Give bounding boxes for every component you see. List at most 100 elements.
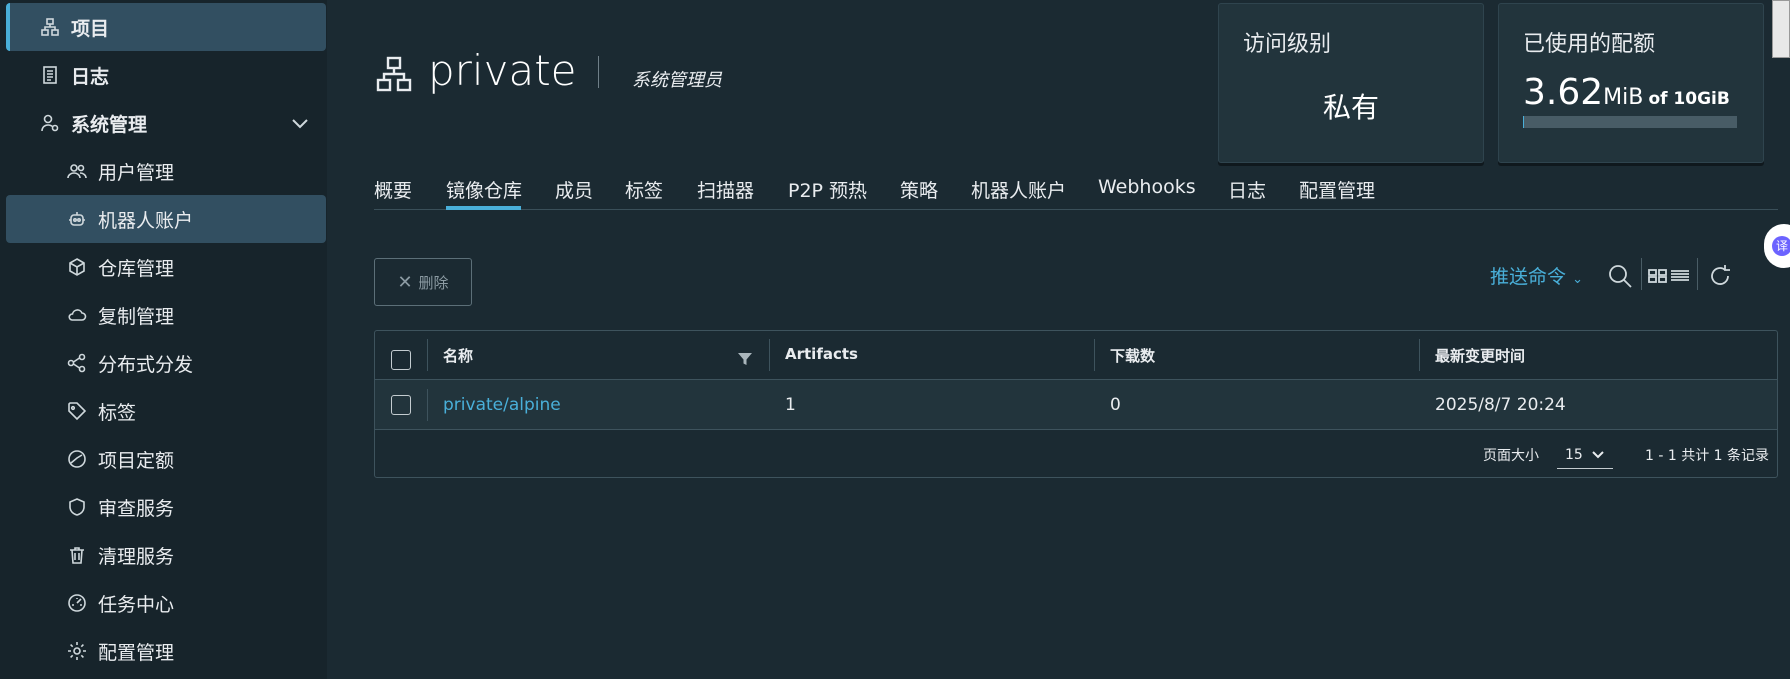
sidebar-item-robot-accounts[interactable]: 机器人账户 xyxy=(6,195,326,243)
chevron-down-icon[interactable] xyxy=(290,113,310,133)
sidebar-item-label: 仓库管理 xyxy=(98,257,175,280)
page-size-select[interactable]: 15 xyxy=(1557,437,1613,469)
tab-logs[interactable]: 日志 xyxy=(1228,176,1266,203)
repository-link[interactable]: private/alpine xyxy=(443,395,561,415)
last-modified-time: 2025/8/7 20:24 xyxy=(1435,395,1566,415)
column-header-pulls[interactable]: 下载数 xyxy=(1110,345,1155,366)
translate-button[interactable]: 译 xyxy=(1764,224,1790,268)
column-divider xyxy=(427,389,428,421)
active-tab-indicator xyxy=(446,206,521,210)
sidebar-item-label: 机器人账户 xyxy=(98,209,194,232)
gear-icon xyxy=(66,640,88,662)
sidebar-item-project-quotas[interactable]: 项目定额 xyxy=(6,435,326,483)
quota-card: 已使用的配额 3.62MiB of 10GiB xyxy=(1498,3,1764,163)
sidebar-item-labels[interactable]: 标签 xyxy=(6,387,326,435)
sidebar-item-users[interactable]: 用户管理 xyxy=(6,147,326,195)
title-divider xyxy=(598,56,599,88)
admin-icon xyxy=(39,112,61,134)
push-command-dropdown[interactable]: 推送命令 ⌄ xyxy=(1490,262,1583,289)
side-handle[interactable] xyxy=(1772,0,1790,58)
column-header-artifacts[interactable]: Artifacts xyxy=(785,345,858,363)
project-tabs: 概要 镜像仓库 成员 标签 扫描器 P2P 预热 策略 机器人账户 Webhoo… xyxy=(374,172,1778,210)
tab-webhooks[interactable]: Webhooks xyxy=(1098,176,1196,198)
search-icon[interactable] xyxy=(1606,262,1634,290)
sidebar-item-administration[interactable]: 系统管理 xyxy=(6,99,326,147)
share-icon xyxy=(66,352,88,374)
robot-icon xyxy=(66,208,88,230)
push-command-label: 推送命令 xyxy=(1490,266,1567,288)
toolbar-divider xyxy=(1697,258,1698,290)
tab-labels[interactable]: 标签 xyxy=(625,176,663,203)
quota-progress-bar xyxy=(1523,116,1737,128)
tab-members[interactable]: 成员 xyxy=(555,176,593,203)
dashboard-icon xyxy=(66,592,88,614)
close-icon: ✕ xyxy=(397,271,413,293)
column-divider xyxy=(1094,339,1095,371)
select-all-checkbox[interactable] xyxy=(391,350,411,370)
chevron-down-icon xyxy=(1592,451,1604,459)
tag-icon xyxy=(66,400,88,422)
sidebar-item-logs[interactable]: 日志 xyxy=(6,51,326,99)
sidebar-item-registries[interactable]: 仓库管理 xyxy=(6,243,326,291)
column-header-last-modified[interactable]: 最新变更时间 xyxy=(1435,345,1525,366)
sidebar-item-distributions[interactable]: 分布式分发 xyxy=(6,339,326,387)
quota-used-value: 3.62 xyxy=(1523,72,1604,113)
grid-view-icon[interactable] xyxy=(1648,262,1668,290)
cloud-icon xyxy=(66,304,88,326)
column-header-name[interactable]: 名称 xyxy=(443,345,473,366)
sidebar-item-label: 日志 xyxy=(71,65,110,88)
quota-used-unit: MiB xyxy=(1603,85,1644,110)
tab-repositories[interactable]: 镜像仓库 xyxy=(446,176,522,203)
repositories-table: 名称 Artifacts 下载数 最新变更时间 private/alpine 1… xyxy=(374,330,1778,478)
list-view-icon[interactable] xyxy=(1670,262,1690,290)
table-header: 名称 Artifacts 下载数 最新变更时间 xyxy=(375,331,1777,380)
column-divider xyxy=(1419,339,1420,371)
tab-scanner[interactable]: 扫描器 xyxy=(697,176,754,203)
sidebar-item-label: 系统管理 xyxy=(71,113,148,136)
toolbar-divider xyxy=(1641,258,1642,290)
column-divider xyxy=(427,339,428,371)
translate-icon: 译 xyxy=(1772,236,1790,256)
table-row: private/alpine 1 0 2025/8/7 20:24 xyxy=(375,380,1777,430)
sidebar-item-configuration[interactable]: 配置管理 xyxy=(6,627,326,675)
tab-p2p-preheat[interactable]: P2P 预热 xyxy=(788,176,867,203)
page-size-value: 15 xyxy=(1565,447,1583,463)
tab-configuration[interactable]: 配置管理 xyxy=(1299,176,1375,203)
quota-title: 已使用的配额 xyxy=(1523,32,1656,57)
column-divider xyxy=(769,339,770,371)
row-checkbox[interactable] xyxy=(391,395,411,415)
pulls-count: 0 xyxy=(1110,395,1121,415)
sidebar-item-interrogation-services[interactable]: 审查服务 xyxy=(6,483,326,531)
sidebar-item-label: 分布式分发 xyxy=(98,353,194,376)
log-icon xyxy=(39,64,61,86)
sidebar-item-label: 复制管理 xyxy=(98,305,175,328)
tab-summary[interactable]: 概要 xyxy=(374,176,412,203)
role-label: 系统管理员 xyxy=(632,70,722,91)
sidebar-item-label: 用户管理 xyxy=(98,161,175,184)
refresh-icon[interactable] xyxy=(1706,262,1734,290)
quota-icon xyxy=(66,448,88,470)
filter-icon[interactable] xyxy=(737,351,753,367)
tab-policy[interactable]: 策略 xyxy=(900,176,938,203)
delete-button[interactable]: ✕ 删除 xyxy=(374,258,472,306)
chevron-down-icon: ⌄ xyxy=(1572,272,1583,287)
sidebar-item-label: 任务中心 xyxy=(98,593,175,616)
sidebar: 项目 日志 系统管理 用户管理 机器人账户 仓库管理 复制管理 分布式分发 标签… xyxy=(0,0,327,679)
pagination-summary: 1 - 1 共计 1 条记录 xyxy=(1645,448,1770,464)
quota-usage: 3.62MiB of 10GiB xyxy=(1523,72,1730,113)
trash-icon xyxy=(66,544,88,566)
sidebar-item-label: 配置管理 xyxy=(98,641,175,664)
sidebar-item-clean-up[interactable]: 清理服务 xyxy=(6,531,326,579)
page-title: private xyxy=(428,46,577,95)
artifacts-count: 1 xyxy=(785,395,796,415)
tab-robot-accounts[interactable]: 机器人账户 xyxy=(971,176,1066,203)
sidebar-item-replication[interactable]: 复制管理 xyxy=(6,291,326,339)
users-icon xyxy=(66,160,88,182)
quota-limit: of 10GiB xyxy=(1648,89,1730,109)
registry-icon xyxy=(66,256,88,278)
sidebar-item-job-service[interactable]: 任务中心 xyxy=(6,579,326,627)
access-level-value: 私有 xyxy=(1322,91,1379,124)
sidebar-item-label: 项目 xyxy=(71,17,110,40)
sidebar-item-projects[interactable]: 项目 xyxy=(6,3,326,51)
delete-button-label: 删除 xyxy=(418,273,449,292)
